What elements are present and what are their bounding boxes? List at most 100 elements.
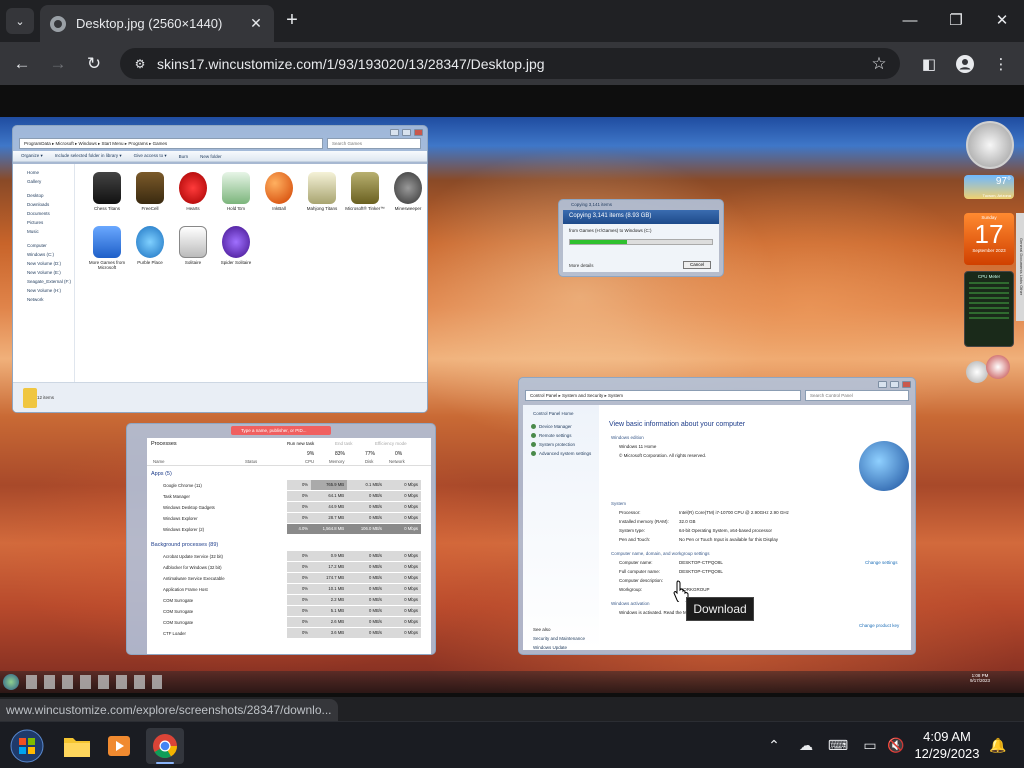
process-row[interactable]: COM Surrogate 0% 2.2 MB 0 MB/s 0 Mbps: [147, 595, 431, 606]
process-row[interactable]: Task Manager 0% 64.1 MB 0 MB/s 0 Mbps: [147, 491, 431, 502]
include-library-menu[interactable]: Include selected folder in library ▾: [55, 153, 122, 159]
run-new-task-button[interactable]: Run new task: [287, 441, 314, 446]
process-row[interactable]: COM Surrogate 0% 2.6 MB 0 MB/s 0 Mbps: [147, 617, 431, 628]
game-minesweeper[interactable]: Minesweeper: [382, 172, 427, 211]
system-address-bar[interactable]: Control Panel ▸ System and Security ▸ Sy…: [525, 390, 801, 401]
system-side-link[interactable]: Device Manager: [523, 422, 599, 431]
inner-start-orb-icon[interactable]: [3, 674, 19, 690]
nav-gallery[interactable]: Gallery: [13, 177, 74, 186]
close-icon[interactable]: [414, 128, 423, 136]
nav-drive-d[interactable]: New Volume (D:): [13, 259, 74, 268]
file-explorer-taskbar-button[interactable]: [58, 728, 96, 764]
forward-button[interactable]: →: [44, 50, 72, 78]
notification-bell-icon[interactable]: 🔔: [986, 734, 1010, 756]
process-row[interactable]: Adblocker for Windows (32 bit) 0% 17.2 MB 0…: [147, 562, 431, 573]
control-panel-home-link[interactable]: Control Panel Home: [523, 405, 599, 416]
site-info-icon[interactable]: ⚙: [128, 57, 152, 71]
tray-overflow-button[interactable]: ⌃: [762, 734, 786, 756]
clock-gadget-icon[interactable]: [966, 121, 1014, 169]
process-row[interactable]: Acrobat Update Service (32 bit) 0% 0.9 MB 0…: [147, 551, 431, 562]
process-group-label[interactable]: Apps (5): [147, 468, 431, 479]
burn-button[interactable]: Burn: [179, 154, 189, 159]
nav-drive-h[interactable]: New Volume (H:): [13, 286, 74, 295]
change-settings-link[interactable]: Change settings: [865, 560, 898, 565]
volume-muted-icon[interactable]: 🔇: [884, 734, 908, 756]
process-row[interactable]: Windows Desktop Gadgets 0% 44.9 MB 0 MB/s 0 …: [147, 502, 431, 513]
maximize-icon[interactable]: [402, 128, 411, 136]
maximize-icon[interactable]: [890, 380, 899, 388]
organize-menu[interactable]: Organize ▾: [21, 153, 43, 159]
bookmark-star-icon[interactable]: ☆: [864, 54, 894, 74]
more-details-toggle[interactable]: More details: [569, 263, 594, 268]
nav-drive-e[interactable]: New Volume (E:): [13, 268, 74, 277]
nav-music[interactable]: Music: [13, 227, 74, 236]
nav-drive-c[interactable]: Windows (C:): [13, 250, 74, 259]
weather-gadget[interactable]: 97° Tucson, Arizona: [964, 175, 1014, 199]
security-maintenance-link[interactable]: Security and Maintenance: [533, 636, 585, 641]
chrome-taskbar-button[interactable]: [146, 728, 184, 764]
process-row[interactable]: Windows Explorer (2) 4.0% 1,564.8 MB 106.0 …: [147, 524, 431, 535]
start-button[interactable]: [8, 728, 46, 764]
windows-update-link[interactable]: Windows Update: [533, 645, 567, 650]
process-group-label[interactable]: Background processes (89): [147, 539, 431, 550]
explorer-search-input[interactable]: Search Games: [327, 138, 421, 149]
taskbar-clock[interactable]: 4:09 AM 12/29/2023: [912, 728, 982, 762]
inner-taskbar-apps[interactable]: [26, 675, 162, 689]
side-panel-button[interactable]: ◧: [916, 51, 942, 77]
give-access-menu[interactable]: Give access to ▾: [134, 153, 167, 159]
back-button[interactable]: ←: [8, 50, 36, 78]
side-tab-documents[interactable]: Documents: [1019, 254, 1024, 274]
nav-pictures[interactable]: Pictures: [13, 218, 74, 227]
minimize-icon[interactable]: [390, 128, 399, 136]
process-row[interactable]: Antimalware Service Executable 0% 174.7 MB…: [147, 573, 431, 584]
close-window-button[interactable]: ✕: [980, 6, 1024, 34]
system-side-link[interactable]: Remote settings: [523, 431, 599, 440]
taskmgr-search-input[interactable]: Type a name, publisher, or PID...: [231, 425, 331, 435]
explorer-address-bar[interactable]: ProgramData ▸ Microsoft ▸ Windows ▸ Star…: [19, 138, 323, 149]
tab-desktop-jpg[interactable]: Desktop.jpg (2560×1440) ✕: [40, 5, 274, 42]
restore-button[interactable]: ❐: [934, 6, 978, 34]
reload-button[interactable]: ↻: [80, 50, 108, 78]
nav-network[interactable]: Network: [13, 295, 74, 304]
end-task-button[interactable]: End task: [335, 441, 353, 446]
minimize-icon[interactable]: [878, 380, 887, 388]
nav-drive-f[interactable]: Seagate_External (F:): [13, 277, 74, 286]
network-offline-icon[interactable]: ☁: [794, 734, 818, 756]
side-tab-links[interactable]: Links: [1019, 275, 1024, 284]
system-side-link[interactable]: Advanced system settings: [523, 449, 599, 458]
new-folder-button[interactable]: New folder: [200, 154, 222, 159]
tab-close-button[interactable]: ✕: [244, 15, 268, 32]
nav-desktop[interactable]: Desktop: [13, 191, 74, 200]
efficiency-mode-button[interactable]: Efficiency mode: [375, 441, 407, 446]
process-row[interactable]: CTF Loader 0% 3.6 MB 0 MB/s 0 Mbps: [147, 628, 431, 639]
nav-downloads[interactable]: Downloads: [13, 200, 74, 209]
desktop-screenshot-image[interactable]: ProgramData ▸ Microsoft ▸ Windows ▸ Star…: [0, 117, 1024, 693]
keyboard-icon[interactable]: ⌨: [826, 734, 850, 756]
process-row[interactable]: Google Chrome (11) 0% 765.9 MB 0.1 MB/s 0 Mb…: [147, 480, 431, 491]
cpu-meter-gadget[interactable]: CPU Meter: [964, 271, 1014, 347]
media-player-taskbar-button[interactable]: [100, 728, 138, 764]
side-tab-other[interactable]: Other: [1019, 286, 1024, 296]
side-tab-general[interactable]: General: [1019, 238, 1024, 252]
copy-cancel-button[interactable]: Cancel: [683, 261, 711, 269]
close-icon[interactable]: [902, 380, 911, 388]
change-product-key-link[interactable]: Change product key: [859, 623, 899, 628]
system-side-link[interactable]: System protection: [523, 440, 599, 449]
address-bar[interactable]: ⚙ skins17.wincustomize.com/1/93/193020/1…: [120, 48, 900, 79]
display-icon[interactable]: ▭: [858, 734, 882, 756]
control-panel-search[interactable]: Search Control Panel: [805, 390, 909, 401]
profile-button[interactable]: [952, 51, 978, 77]
calendar-gadget[interactable]: Sunday 17 September 2023: [964, 213, 1014, 265]
recycle-gadget-icon[interactable]: [966, 355, 1012, 385]
process-row[interactable]: Application Frame Host 0% 10.1 MB 0 MB/s 0 M…: [147, 584, 431, 595]
nav-home[interactable]: Home: [13, 168, 74, 177]
new-tab-button[interactable]: +: [280, 8, 304, 32]
process-row[interactable]: Windows Explorer 0% 28.7 MB 0 MB/s 0 Mbps: [147, 513, 431, 524]
chrome-menu-button[interactable]: ⋮: [988, 51, 1014, 77]
process-row[interactable]: COM Surrogate 0% 5.1 MB 0 MB/s 0 Mbps: [147, 606, 431, 617]
game-spider-solitaire[interactable]: Spider Solitaire: [210, 226, 262, 265]
nav-documents[interactable]: Documents: [13, 209, 74, 218]
nav-computer[interactable]: Computer: [13, 241, 74, 250]
tab-search-button[interactable]: ⌄: [6, 8, 34, 34]
minimize-button[interactable]: —: [888, 6, 932, 34]
